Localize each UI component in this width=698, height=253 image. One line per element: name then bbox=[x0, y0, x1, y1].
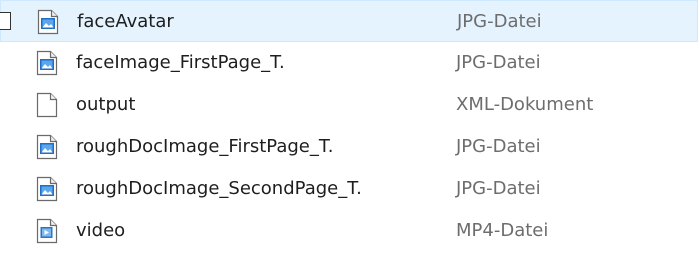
document-file-icon bbox=[36, 92, 58, 118]
file-name: faceAvatar bbox=[77, 11, 174, 32]
file-type: JPG-Datei bbox=[456, 178, 541, 199]
file-name: roughDocImage_SecondPage_T. bbox=[76, 178, 362, 199]
file-name: roughDocImage_FirstPage_T. bbox=[76, 136, 334, 157]
file-row-output[interactable]: output XML-Dokument bbox=[0, 84, 698, 126]
file-row-faceavatar[interactable]: faceAvatar JPG-Datei bbox=[0, 0, 698, 42]
file-row-roughdocimage-secondpage[interactable]: roughDocImage_SecondPage_T. JPG-Datei bbox=[0, 168, 698, 210]
video-file-icon bbox=[36, 218, 58, 244]
image-file-icon bbox=[37, 9, 59, 35]
row-checkbox[interactable] bbox=[0, 12, 11, 30]
file-type: JPG-Datei bbox=[456, 52, 541, 73]
file-row-faceimage-firstpage[interactable]: faceImage_FirstPage_T. JPG-Datei bbox=[0, 42, 698, 84]
file-type: MP4-Datei bbox=[456, 220, 549, 241]
image-file-icon bbox=[36, 50, 58, 76]
file-name: faceImage_FirstPage_T. bbox=[76, 52, 285, 73]
file-row-roughdocimage-firstpage[interactable]: roughDocImage_FirstPage_T. JPG-Datei bbox=[0, 126, 698, 168]
file-list: faceAvatar JPG-Datei faceImage_FirstPage… bbox=[0, 0, 698, 253]
file-type: XML-Dokument bbox=[456, 94, 594, 115]
image-file-icon bbox=[36, 176, 58, 202]
file-type: JPG-Datei bbox=[457, 11, 542, 32]
image-file-icon bbox=[36, 134, 58, 160]
file-type: JPG-Datei bbox=[456, 136, 541, 157]
file-row-video[interactable]: video MP4-Datei bbox=[0, 210, 698, 252]
file-name: video bbox=[76, 220, 126, 241]
file-name: output bbox=[76, 94, 136, 115]
